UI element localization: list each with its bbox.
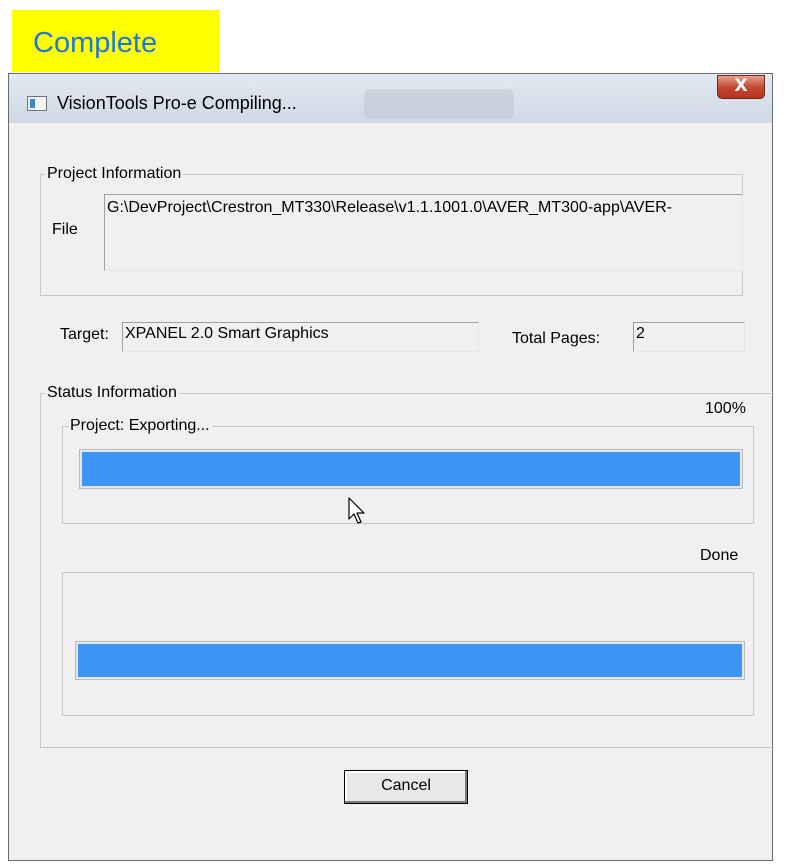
project-progress-bar bbox=[79, 449, 743, 489]
complete-banner: Complete bbox=[12, 10, 220, 72]
total-pages-label: Total Pages: bbox=[512, 330, 601, 347]
project-information-legend: Project Information bbox=[45, 164, 184, 184]
close-icon[interactable]: X bbox=[717, 75, 765, 99]
project-exporting-legend: Project: Exporting... bbox=[68, 416, 212, 436]
percent-text: 100% bbox=[705, 400, 746, 417]
compile-dialog: VisionTools Pro-e Compiling... X Project… bbox=[8, 73, 774, 861]
done-text: Done bbox=[700, 547, 739, 564]
target-label: Target: bbox=[60, 326, 109, 343]
file-path-field[interactable]: G:\DevProject\Crestron_MT330\Release\v1.… bbox=[104, 194, 743, 271]
overall-progress-fill bbox=[78, 644, 742, 677]
overall-progress-bar bbox=[75, 641, 745, 680]
window-app-icon bbox=[27, 96, 47, 111]
file-label: File bbox=[52, 221, 78, 238]
total-pages-field[interactable]: 2 bbox=[633, 322, 745, 352]
background-window-ghost bbox=[364, 89, 514, 119]
project-progress-fill bbox=[82, 452, 740, 486]
dialog-body: Project Information File G:\DevProject\C… bbox=[9, 123, 774, 860]
cancel-button[interactable]: Cancel bbox=[344, 770, 468, 804]
mouse-pointer-icon bbox=[348, 497, 365, 524]
status-information-legend: Status Information bbox=[45, 383, 179, 403]
target-field[interactable]: XPANEL 2.0 Smart Graphics bbox=[122, 322, 479, 352]
window-title: VisionTools Pro-e Compiling... bbox=[57, 93, 297, 113]
title-bar[interactable]: VisionTools Pro-e Compiling... X bbox=[9, 74, 772, 123]
